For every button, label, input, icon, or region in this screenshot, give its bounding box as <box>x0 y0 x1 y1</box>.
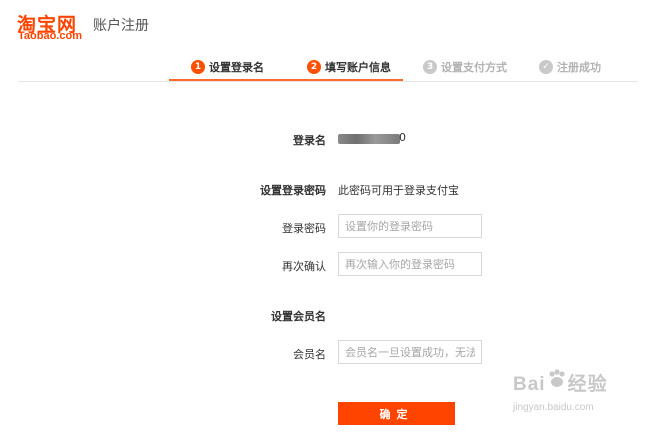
confirm-button[interactable]: 确定 <box>338 402 455 425</box>
login-name-label: 登录名 <box>293 134 326 147</box>
step-number-icon: 3 <box>423 60 437 74</box>
paw-icon <box>548 369 565 387</box>
step-set-login-name: 1 设置登录名 <box>191 58 264 76</box>
step-register-success: ✓ 注册成功 <box>539 58 601 76</box>
confirm-password-label: 再次确认 <box>282 260 326 273</box>
baidu-jingyan-watermark: Bai 经验 jingyan.baidu.com <box>513 368 633 420</box>
member-name-label: 会员名 <box>293 348 326 361</box>
watermark-logo: Bai 经验 <box>513 368 608 396</box>
confirm-password-input[interactable] <box>338 252 482 276</box>
step-number-icon: 1 <box>191 60 205 74</box>
member-name-input[interactable] <box>338 340 482 364</box>
set-password-label: 设置登录密码 <box>260 184 326 197</box>
step-label: 注册成功 <box>557 61 601 74</box>
masked-login-name <box>338 134 400 144</box>
steps-divider <box>18 81 638 82</box>
check-circle-icon: ✓ <box>539 60 553 74</box>
watermark-url: jingyan.baidu.com <box>513 402 594 413</box>
step-label: 设置支付方式 <box>441 61 507 74</box>
watermark-suffix: 经验 <box>567 374 608 395</box>
taobao-logo[interactable]: 淘宝网 Taobao.com <box>17 10 89 42</box>
step-number-icon: 2 <box>307 60 321 74</box>
watermark-text: Bai <box>513 374 546 395</box>
password-note: 此密码可用于登录支付宝 <box>338 184 459 197</box>
logo-text-en: Taobao.com <box>18 30 82 42</box>
password-input[interactable] <box>338 214 482 238</box>
page-title: 账户注册 <box>93 18 149 34</box>
member-section-label: 设置会员名 <box>271 310 326 323</box>
step-fill-account-info: 2 填写账户信息 <box>307 58 391 76</box>
step-label: 设置登录名 <box>209 61 264 74</box>
step-label: 填写账户信息 <box>325 61 391 74</box>
step-set-payment: 3 设置支付方式 <box>423 58 507 76</box>
login-name-value: 0 <box>399 131 406 144</box>
password-label: 登录密码 <box>282 222 326 235</box>
